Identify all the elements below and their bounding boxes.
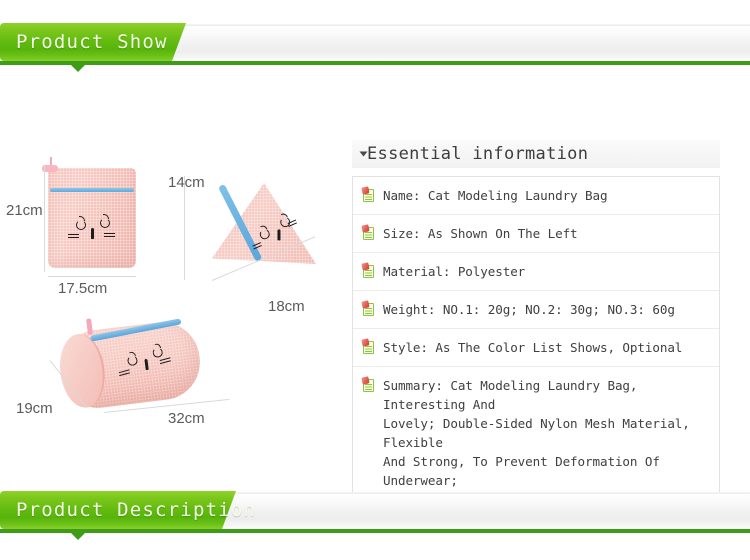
cat-eye-left-icon (258, 228, 271, 241)
cat-nose-icon (91, 228, 94, 239)
section-banner-product-description: Product Description (0, 478, 750, 540)
info-row-text: Size: As Shown On The Left (383, 226, 578, 241)
cat-whisker-right-icon (159, 360, 171, 365)
dimension-label-triangle-width: 18cm (268, 298, 305, 315)
info-row: Style: As The Color List Shows, Optional (353, 329, 719, 367)
note-document-icon (361, 186, 376, 203)
cat-whisker-right-icon (104, 233, 115, 234)
note-document-icon (361, 262, 376, 279)
banner-tab-product-description[interactable]: Product Description (0, 491, 255, 529)
cat-whisker-right-icon (104, 236, 115, 237)
info-row: Weight: NO.1: 20g; NO.2: 30g; NO.3: 60g (353, 291, 719, 329)
essential-information-panel: Essential information Name: Cat Modeling… (352, 140, 720, 519)
info-row-text: Weight: NO.1: 20g; NO.2: 30g; NO.3: 60g (383, 302, 675, 317)
cat-eye-right-icon (100, 214, 110, 228)
essential-information-title: Essential information (367, 144, 589, 164)
info-row: Name: Cat Modeling Laundry Bag (353, 177, 719, 215)
section-banner-product-show: Product Show (0, 10, 750, 72)
info-row-text: Material: Polyester (383, 264, 526, 279)
banner-notch-arrow-icon (71, 65, 85, 72)
cat-whisker-left-icon (68, 237, 79, 238)
cat-whisker-left-icon (68, 234, 79, 235)
product-image-square-bag[interactable] (42, 157, 136, 268)
note-document-icon (361, 376, 376, 393)
dimension-guide-vertical (184, 176, 185, 280)
note-document-icon (361, 338, 376, 355)
dimension-label-cylinder-length: 32cm (168, 410, 205, 427)
dimension-label-square-width: 17.5cm (58, 280, 108, 297)
info-row: Material: Polyester (353, 253, 719, 291)
note-document-icon (361, 300, 376, 317)
dimension-label-triangle-height: 14cm (168, 174, 205, 191)
essential-information-table: Name: Cat Modeling Laundry Bag Size: As S… (352, 176, 720, 519)
banner-underline (0, 529, 750, 533)
banner-notch-arrow-icon (71, 533, 85, 540)
zipper-strip-icon (50, 188, 134, 192)
cat-eye-left-icon (76, 216, 86, 230)
cat-eye-left-icon (126, 355, 139, 367)
banner-underline (0, 61, 750, 65)
essential-information-header[interactable]: Essential information (352, 140, 720, 168)
product-image-triangle-bag[interactable] (212, 183, 316, 275)
dimension-guide-horizontal (48, 276, 136, 277)
banner-tab-label: Product Show (16, 31, 168, 53)
note-document-icon (361, 224, 376, 241)
info-row-text: Style: As The Color List Shows, Optional (383, 340, 683, 355)
banner-tab-label: Product Description (16, 499, 257, 521)
cat-nose-icon (144, 358, 149, 371)
triangle-down-icon[interactable] (359, 151, 368, 157)
info-row-text: Name: Cat Modeling Laundry Bag (383, 188, 608, 203)
dimension-label-square-height: 21cm (6, 202, 43, 219)
zipper-pull-tab (86, 318, 93, 335)
cat-face-print (68, 214, 116, 240)
banner-tab-product-show[interactable]: Product Show (0, 23, 172, 61)
cat-eye-right-icon (152, 346, 164, 359)
cat-nose-icon (277, 229, 281, 241)
product-image-group: 21cm 17.5cm 14cm 18cm 19cm 32cm (0, 128, 340, 458)
dimension-label-cylinder-depth: 19cm (16, 400, 53, 417)
info-row: Size: As Shown On The Left (353, 215, 719, 253)
dimension-guide-vertical (44, 166, 45, 272)
